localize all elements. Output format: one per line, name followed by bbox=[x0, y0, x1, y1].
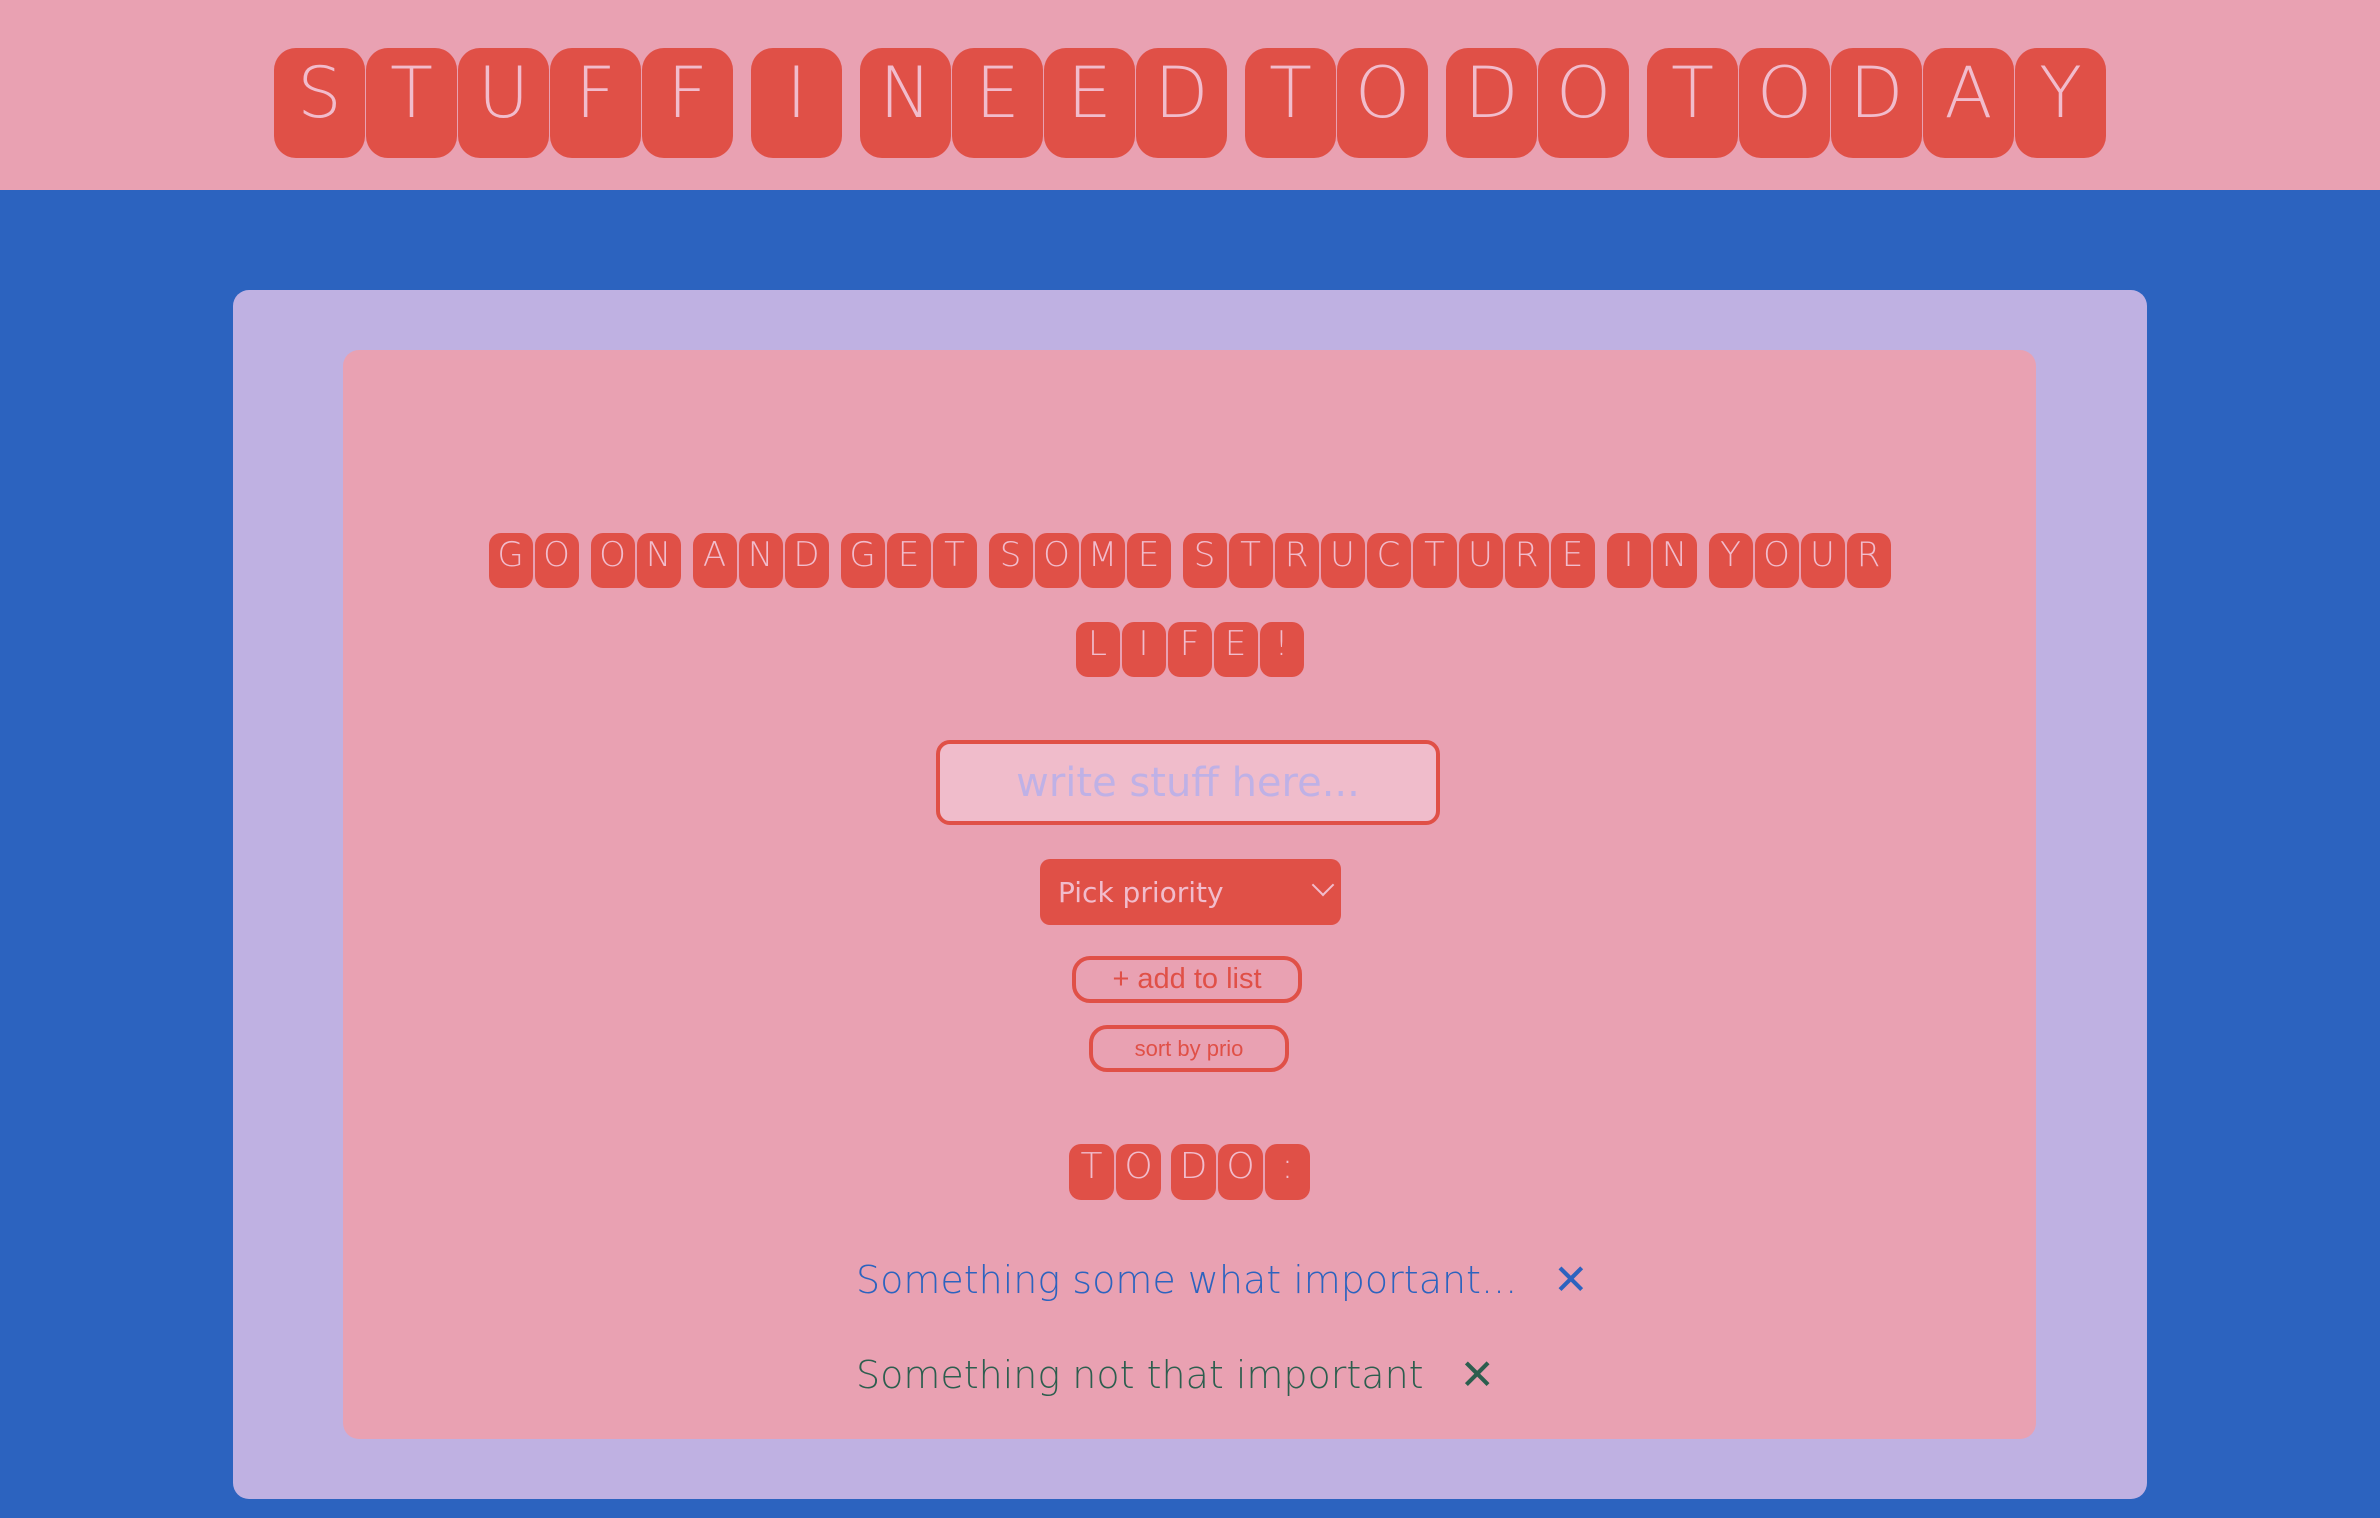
letter-tile: O bbox=[590, 533, 635, 588]
letter-tile: D bbox=[1446, 48, 1537, 158]
letter-tile: Y bbox=[2015, 48, 2106, 158]
tile-word: TO bbox=[1245, 48, 1428, 158]
letter-tile: F bbox=[642, 48, 733, 158]
page-header: STUFFINEEDTODOTODAY bbox=[0, 0, 2380, 190]
tile-word: STRUCTURE bbox=[1182, 533, 1595, 588]
tile-word: DO bbox=[1446, 48, 1629, 158]
letter-tile: C bbox=[1366, 533, 1411, 588]
letter-tile: I bbox=[1121, 622, 1166, 677]
letter-tile: R bbox=[1504, 533, 1549, 588]
letter-tile: D bbox=[1136, 48, 1227, 158]
letter-tile: S bbox=[988, 533, 1033, 588]
letter-tile: T bbox=[366, 48, 457, 158]
todo-item: Something not that important ✕ bbox=[856, 1345, 1495, 1405]
page-title: STUFFINEEDTODOTODAY bbox=[248, 45, 2132, 161]
tile-word: I bbox=[751, 48, 842, 158]
close-icon[interactable]: ✕ bbox=[1553, 1259, 1588, 1301]
tile-word: STUFF bbox=[274, 48, 733, 158]
chevron-down-icon bbox=[1311, 873, 1335, 897]
letter-tile: E bbox=[1044, 48, 1135, 158]
letter-tile: E bbox=[886, 533, 931, 588]
letter-tile: E bbox=[1550, 533, 1595, 588]
todo-heading: TODO: bbox=[343, 1144, 2036, 1200]
letter-tile: A bbox=[1923, 48, 2014, 158]
letter-tile: N bbox=[1652, 533, 1697, 588]
tile-word: IN bbox=[1606, 533, 1697, 588]
letter-tile: R bbox=[1846, 533, 1891, 588]
todo-item-text: Something some what important... bbox=[856, 1258, 1518, 1302]
letter-tile: O bbox=[1754, 533, 1799, 588]
tile-word: TO bbox=[1069, 1144, 1161, 1200]
subtitle-line-2: L I F E! bbox=[343, 622, 2036, 677]
letter-tile: U bbox=[1320, 533, 1365, 588]
letter-tile: T bbox=[1412, 533, 1457, 588]
tile-word: DO: bbox=[1171, 1144, 1310, 1200]
letter-tile: O bbox=[1739, 48, 1830, 158]
letter-tile: G bbox=[840, 533, 885, 588]
letter-tile: D bbox=[1171, 1144, 1216, 1200]
tile-word: L I F E! bbox=[1075, 622, 1304, 677]
letter-tile: I bbox=[751, 48, 842, 158]
letter-tile: Y bbox=[1708, 533, 1753, 588]
subtitle-line-1: GOONANDGETSOMESTRUCTUREINYOUR bbox=[343, 533, 2036, 588]
letter-tile: O bbox=[1538, 48, 1629, 158]
letter-tile: E bbox=[1213, 622, 1258, 677]
letter-tile: N bbox=[636, 533, 681, 588]
tile-word: YOUR bbox=[1708, 533, 1891, 588]
letter-tile: : bbox=[1265, 1144, 1310, 1200]
letter-tile: R bbox=[1274, 533, 1319, 588]
outer-panel: GOONANDGETSOMESTRUCTUREINYOUR LIFE! Pick… bbox=[233, 290, 2147, 1499]
letter-tile: E bbox=[952, 48, 1043, 158]
letter-tile: U bbox=[1800, 533, 1845, 588]
priority-select-value: Pick priority bbox=[1058, 875, 1224, 909]
tile-word: AND bbox=[692, 533, 829, 588]
letter-tile: D bbox=[1831, 48, 1922, 158]
letter-tile: O bbox=[1116, 1144, 1161, 1200]
tile-word: ON bbox=[590, 533, 681, 588]
letter-tile: S bbox=[1182, 533, 1227, 588]
letter-tile: L bbox=[1075, 622, 1120, 677]
letter-tile: F bbox=[550, 48, 641, 158]
close-icon[interactable]: ✕ bbox=[1460, 1354, 1495, 1396]
todo-item: Something some what important... ✕ bbox=[856, 1250, 1588, 1310]
sort-by-priority-button[interactable]: sort by prio bbox=[1089, 1025, 1289, 1072]
letter-tile: O bbox=[1218, 1144, 1263, 1200]
task-input[interactable] bbox=[936, 740, 1440, 825]
letter-tile: U bbox=[458, 48, 549, 158]
letter-tile: T bbox=[1228, 533, 1273, 588]
letter-tile: D bbox=[784, 533, 829, 588]
letter-tile: T bbox=[1069, 1144, 1114, 1200]
letter-tile: U bbox=[1458, 533, 1503, 588]
letter-tile: F bbox=[1167, 622, 1212, 677]
tile-word: NEED bbox=[860, 48, 1227, 158]
tile-word: GO bbox=[488, 533, 579, 588]
todo-item-text: Something not that important bbox=[856, 1353, 1424, 1397]
letter-tile: A bbox=[692, 533, 737, 588]
letter-tile: E bbox=[1126, 533, 1171, 588]
tile-word: SOME bbox=[988, 533, 1171, 588]
letter-tile: O bbox=[1034, 533, 1079, 588]
letter-tile: T bbox=[1245, 48, 1336, 158]
add-to-list-button[interactable]: + add to list bbox=[1072, 956, 1302, 1003]
letter-tile: N bbox=[860, 48, 951, 158]
tile-word: GET bbox=[840, 533, 977, 588]
letter-tile: S bbox=[274, 48, 365, 158]
letter-tile: I bbox=[1606, 533, 1651, 588]
priority-select[interactable]: Pick priority bbox=[1040, 859, 1341, 925]
letter-tile: O bbox=[1337, 48, 1428, 158]
todo-card: GOONANDGETSOMESTRUCTUREINYOUR LIFE! Pick… bbox=[343, 350, 2036, 1439]
letter-tile: N bbox=[738, 533, 783, 588]
tile-word: TODAY bbox=[1647, 48, 2106, 158]
letter-tile: T bbox=[932, 533, 977, 588]
letter-tile: O bbox=[534, 533, 579, 588]
letter-tile: M bbox=[1080, 533, 1125, 588]
letter-tile: G bbox=[488, 533, 533, 588]
letter-tile: T bbox=[1647, 48, 1738, 158]
letter-tile: ! bbox=[1259, 622, 1304, 677]
